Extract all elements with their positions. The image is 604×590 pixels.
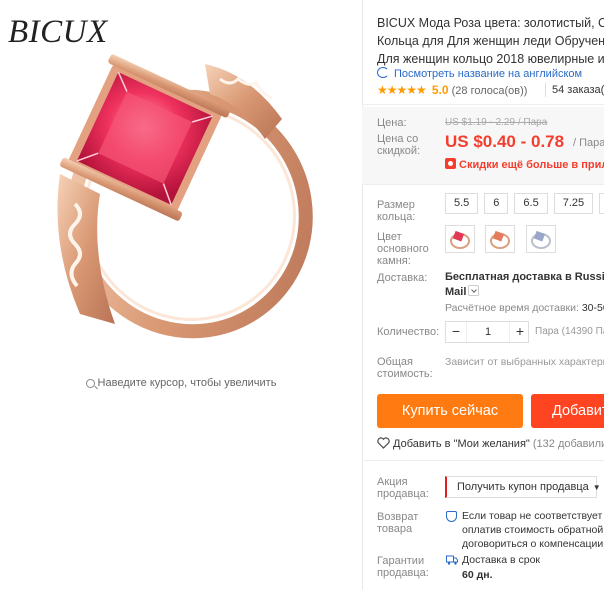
total-label: Общая стоимость:	[377, 356, 433, 380]
ring-image[interactable]	[20, 24, 320, 369]
color-option[interactable]	[485, 225, 516, 253]
ring-thumbnail-icon	[530, 230, 551, 249]
guarantee-label: Гарантии продавца:	[377, 555, 429, 579]
color-option[interactable]	[445, 225, 475, 253]
divider	[362, 104, 604, 105]
delivery-estimate: Расчётное время доставки: 30-50	[445, 302, 604, 314]
size-selector: 5.566.57.258	[445, 193, 604, 214]
quantity-stepper: − 1 +	[445, 321, 529, 343]
shield-icon	[446, 511, 457, 522]
orders-count: 54 заказа(о	[552, 84, 604, 96]
color-option[interactable]	[525, 225, 556, 253]
zoom-hint-text: Наведите курсор, чтобы увеличить	[97, 377, 277, 390]
chevron-down-icon[interactable]	[468, 285, 480, 296]
eta-label: Расчётное время доставки:	[445, 302, 579, 314]
caret-down-icon: ▼	[592, 483, 601, 492]
product-title-line: BICUX Мода Роза цвета: золотистый, Се	[377, 16, 604, 30]
delivery-guarantee: Доставка в срок 60 дн.	[462, 553, 540, 583]
discount-price-label: Цена со скидкой:	[377, 133, 421, 157]
quantity-label: Количество:	[377, 326, 440, 338]
panel-divider	[362, 0, 363, 590]
shipping-label: Доставка:	[377, 272, 428, 284]
divider	[362, 184, 604, 185]
shipping-method[interactable]: Бесплатная доставка в Russian F Mail	[445, 270, 604, 300]
ring-thumbnail-icon	[490, 230, 511, 249]
translate-link-text: Посмотреть название на английском	[394, 68, 583, 80]
total-note: Зависит от выбранных характери	[445, 356, 604, 368]
add-to-wishlist[interactable]: Добавить в "Мои желания" (132 добавили)	[377, 437, 604, 450]
wishlist-text: Добавить в "Мои желания"	[393, 438, 530, 450]
size-option[interactable]: 6.5	[514, 193, 548, 214]
old-price: US $1.19 - 2.29 / Пара	[445, 117, 548, 128]
heart-icon	[377, 437, 390, 449]
translate-link[interactable]: Посмотреть название на английском	[377, 67, 582, 80]
eta-value: 30-50	[581, 302, 604, 314]
seller-promo-label: Акция продавца:	[377, 476, 429, 500]
app-discount-text: Скидки ещё больше в приложе	[459, 159, 604, 171]
size-option[interactable]: 7.25	[553, 193, 594, 214]
seller-coupon-dropdown[interactable]: Получить купон продавца ▼	[445, 476, 601, 498]
quantity-input[interactable]: 1	[466, 322, 510, 342]
price-unit: / Пара	[573, 137, 604, 149]
divider	[362, 460, 604, 461]
translate-icon	[377, 67, 389, 78]
return-line: Если товар не соответствует о	[462, 510, 604, 522]
product-image-panel: BICUX Наведите курсор, чтобы увеличить	[0, 0, 362, 590]
color-selector	[445, 225, 563, 253]
product-title-line: Кольца для Для женщин леди Обручен	[377, 34, 604, 48]
quantity-plus-button[interactable]: +	[510, 322, 530, 342]
return-label: Возврат товара	[377, 511, 419, 535]
size-label: Размер кольца:	[377, 199, 416, 223]
return-line: договориться о компенсации с	[462, 538, 604, 550]
ring-thumbnail-icon	[450, 230, 470, 249]
coupon-icon	[445, 158, 456, 169]
rating-separator	[545, 83, 546, 97]
quantity-minus-button[interactable]: −	[446, 322, 466, 342]
price-label: Цена:	[377, 117, 407, 129]
rating-score: 5.0	[431, 83, 449, 97]
product-title-line: Для женщин кольцо 2018 ювелирные и	[377, 52, 604, 66]
delivery-line: Доставка в срок	[462, 554, 541, 566]
delivery-days: 60 дн.	[462, 569, 493, 581]
shipping-line: Mail	[445, 286, 467, 298]
available-quantity: Пара (14390 Па	[535, 326, 604, 337]
delivery-truck-icon	[446, 555, 458, 565]
app-discount[interactable]: Скидки ещё больше в приложе	[445, 158, 604, 171]
rating-stars-icon: ★★★★★	[377, 83, 427, 97]
shipping-line: Бесплатная доставка в Russian F	[445, 271, 604, 283]
magnifier-icon	[85, 378, 95, 388]
size-option[interactable]: 8	[599, 193, 604, 214]
size-option[interactable]: 6	[484, 193, 509, 214]
size-option[interactable]: 5.5	[445, 193, 479, 214]
color-label: Цвет основного камня:	[377, 231, 429, 267]
return-policy: Если товар не соответствует о оплатив ст…	[462, 509, 604, 551]
buy-now-button[interactable]: Купить сейчас	[377, 394, 523, 428]
product-title: BICUX Мода Роза цвета: золотистый, Се Ко…	[377, 14, 604, 68]
product-detail-panel: BICUX Мода Роза цвета: золотистый, Се Ко…	[362, 0, 604, 590]
return-line: оплатив стоимость обратной п	[462, 524, 604, 536]
zoom-hint: Наведите курсор, чтобы увеличить	[0, 377, 362, 389]
current-price: US $0.40 - 0.78	[445, 132, 565, 151]
coupon-text: Получить купон продавца	[457, 481, 589, 493]
add-to-cart-button[interactable]: Добавит	[531, 394, 604, 428]
wishlist-count: (132 добавили)	[532, 438, 604, 450]
rating[interactable]: ★★★★★ 5.0 (28 голоса(ов))	[377, 83, 527, 97]
rating-votes: (28 голоса(ов))	[451, 85, 528, 97]
